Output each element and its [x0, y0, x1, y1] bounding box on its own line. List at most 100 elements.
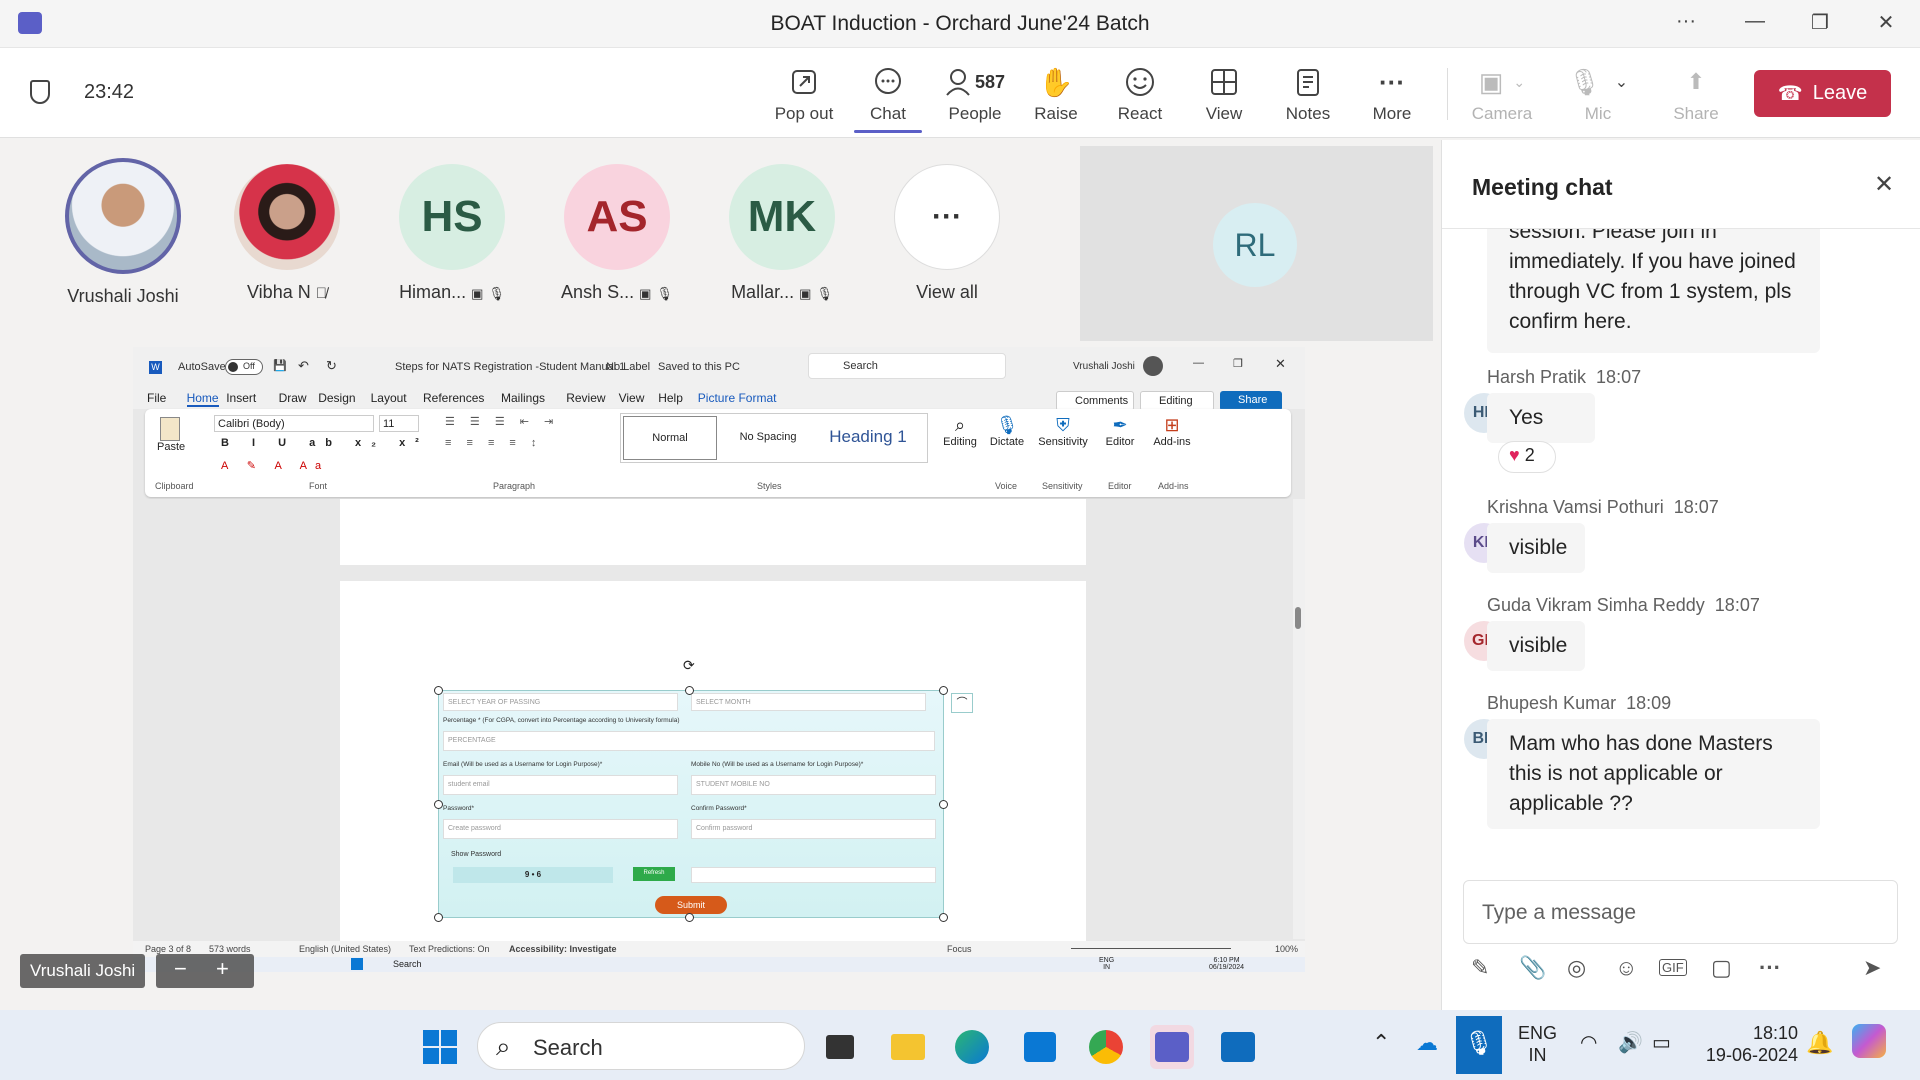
style-heading-1[interactable]: Heading 1 [821, 416, 915, 460]
file-explorer-icon[interactable] [886, 1025, 930, 1069]
resize-handle[interactable] [434, 800, 443, 809]
paste-button[interactable]: Paste [157, 417, 185, 453]
chat-scroll[interactable]: session. Please join in immediately. If … [1442, 229, 1920, 869]
emoji-icon[interactable]: ☺ [1615, 955, 1637, 981]
store-icon[interactable] [1018, 1025, 1062, 1069]
paragraph-buttons[interactable]: ☰ ☰ ☰ ⇤ ⇥ [445, 415, 559, 428]
resize-handle[interactable] [685, 913, 694, 922]
registration-form-image[interactable]: SELECT YEAR OF PASSING SELECT MONTH Perc… [434, 657, 973, 922]
ribbon-tab[interactable]: File [147, 391, 166, 405]
style-no-spacing[interactable]: No Spacing [721, 416, 815, 460]
participant-tile[interactable]: HS Himan... ▣ 🎙 [387, 164, 517, 303]
ribbon-tab[interactable]: Mailings [501, 391, 545, 405]
notification-bell-icon[interactable]: 🔔 [1806, 1030, 1833, 1056]
font-color-buttons[interactable]: A ✎ A Aa [221, 459, 329, 472]
chrome-icon[interactable] [1084, 1025, 1128, 1069]
wifi-icon[interactable]: ◠ [1580, 1030, 1597, 1055]
user-avatar[interactable] [1143, 356, 1163, 376]
gif-icon[interactable]: GIF [1659, 959, 1687, 976]
font-name-select[interactable]: Calibri (Body) [214, 415, 374, 432]
font-format-buttons[interactable]: B I U ab x₂ x² [221, 437, 429, 449]
ribbon-tab[interactable]: Insert [226, 391, 256, 405]
rotate-handle-icon[interactable]: ⟳ [683, 657, 695, 674]
addins-button[interactable]: ⊞ Add-ins [1150, 415, 1194, 448]
tray-overflow-icon[interactable]: ⌃ [1372, 1030, 1390, 1056]
participant-tile[interactable]: Vibha N 🎙̸ [222, 164, 352, 303]
resize-handle[interactable] [939, 913, 948, 922]
loop-icon[interactable]: ◎ [1567, 955, 1586, 981]
zoom-level[interactable]: 100% [1275, 944, 1298, 954]
share-button[interactable]: ⬆ Share [1654, 62, 1738, 124]
participant-tile[interactable]: Vrushali Joshi [58, 158, 188, 307]
layout-options-icon[interactable]: ⌒ [951, 693, 973, 713]
sticker-icon[interactable]: ▢ [1711, 955, 1732, 981]
language-indicator[interactable]: ENG IN [1518, 1022, 1557, 1066]
more-options-icon[interactable]: ··· [1666, 10, 1706, 33]
resize-handle[interactable] [685, 686, 694, 695]
editing-button[interactable]: ⌕ Editing [940, 415, 980, 448]
focus-button[interactable]: Focus [947, 944, 972, 954]
editor-button[interactable]: ✒ Editor [1100, 415, 1140, 448]
raise-hand-button[interactable]: ✋ Raise [1014, 62, 1098, 124]
dictate-button[interactable]: 🎙 Dictate [987, 415, 1027, 448]
outlook-icon[interactable] [1216, 1025, 1260, 1069]
comments-button[interactable]: Comments [1056, 391, 1134, 411]
start-button[interactable] [418, 1025, 462, 1069]
zoom-in-button[interactable]: + [216, 956, 229, 982]
resize-handle[interactable] [939, 686, 948, 695]
vertical-scrollbar[interactable] [1293, 499, 1305, 939]
page-count[interactable]: Page 3 of 8 [145, 944, 191, 954]
camera-button[interactable]: ▣ ⌄ Camera [1460, 62, 1544, 124]
battery-icon[interactable]: ▭ [1652, 1030, 1671, 1055]
ribbon-tab[interactable]: View [619, 391, 645, 405]
chat-button[interactable]: Chat [846, 62, 930, 133]
ribbon-tab[interactable]: Help [658, 391, 683, 405]
send-icon[interactable]: ➤ [1863, 955, 1881, 981]
editing-mode-button[interactable]: Editing [1140, 391, 1214, 411]
sensitivity-label[interactable]: No Label [606, 361, 650, 373]
participant-tile[interactable]: AS Ansh S... ▣ 🎙 [552, 164, 682, 303]
more-button[interactable]: ··· More [1350, 62, 1434, 124]
mic-button[interactable]: 🎙 ⌄ Mic [1556, 62, 1640, 124]
sensitivity-button[interactable]: ⛨ Sensitivity [1035, 415, 1091, 448]
taskbar-search[interactable]: ⌕ Search [477, 1022, 805, 1070]
redo-icon[interactable]: ↻ [326, 358, 337, 374]
volume-icon[interactable]: 🔊 [1618, 1030, 1643, 1055]
language-status[interactable]: English (United States) [299, 944, 391, 954]
resize-handle[interactable] [434, 686, 443, 695]
ribbon-tab[interactable]: Layout [371, 391, 407, 405]
accessibility-status[interactable]: Accessibility: Investigate [509, 944, 617, 954]
ribbon-tab[interactable]: Picture Format [698, 391, 777, 405]
people-button[interactable]: 587 People [930, 62, 1020, 124]
participant-tile[interactable]: MK Mallar... ▣ 🎙 [717, 164, 847, 303]
notes-button[interactable]: Notes [1266, 62, 1350, 124]
onedrive-icon[interactable]: ☁ [1416, 1030, 1438, 1056]
react-button[interactable]: React [1098, 62, 1182, 124]
compose-box[interactable]: Type a message [1463, 880, 1898, 944]
style-normal[interactable]: Normal [623, 416, 717, 460]
minimize-button[interactable]: — [1735, 10, 1775, 33]
scroll-thumb[interactable] [1295, 607, 1301, 629]
ribbon-tab[interactable]: Review [566, 391, 605, 405]
predictions-status[interactable]: Text Predictions: On [409, 944, 490, 954]
styles-gallery[interactable]: Normal No Spacing Heading 1 [620, 413, 928, 463]
autosave-toggle[interactable]: Off [225, 359, 263, 375]
format-icon[interactable]: ✎ [1471, 955, 1489, 981]
close-chat-icon[interactable]: ✕ [1874, 170, 1894, 199]
save-icon[interactable]: 💾 [273, 359, 287, 372]
view-button[interactable]: View [1182, 62, 1266, 124]
close-button[interactable]: ✕ [1866, 10, 1906, 35]
resize-handle[interactable] [434, 913, 443, 922]
participant-video-tile[interactable]: RL [1080, 146, 1433, 341]
font-size-select[interactable]: 11 [379, 415, 419, 432]
word-search-box[interactable]: Search [808, 353, 1006, 379]
resize-handle[interactable] [939, 800, 948, 809]
clock[interactable]: 18:10 19-06-2024 [1698, 1022, 1798, 1066]
word-count[interactable]: 573 words [209, 944, 251, 954]
undo-icon[interactable]: ↶ [298, 358, 309, 374]
edge-icon[interactable] [950, 1025, 994, 1069]
mic-active-tray[interactable]: 🎙 [1456, 1016, 1502, 1074]
view-all-button[interactable]: ··· View all [882, 164, 1012, 303]
ribbon-tab[interactable]: Design [318, 391, 355, 405]
task-view-icon[interactable] [818, 1025, 862, 1069]
